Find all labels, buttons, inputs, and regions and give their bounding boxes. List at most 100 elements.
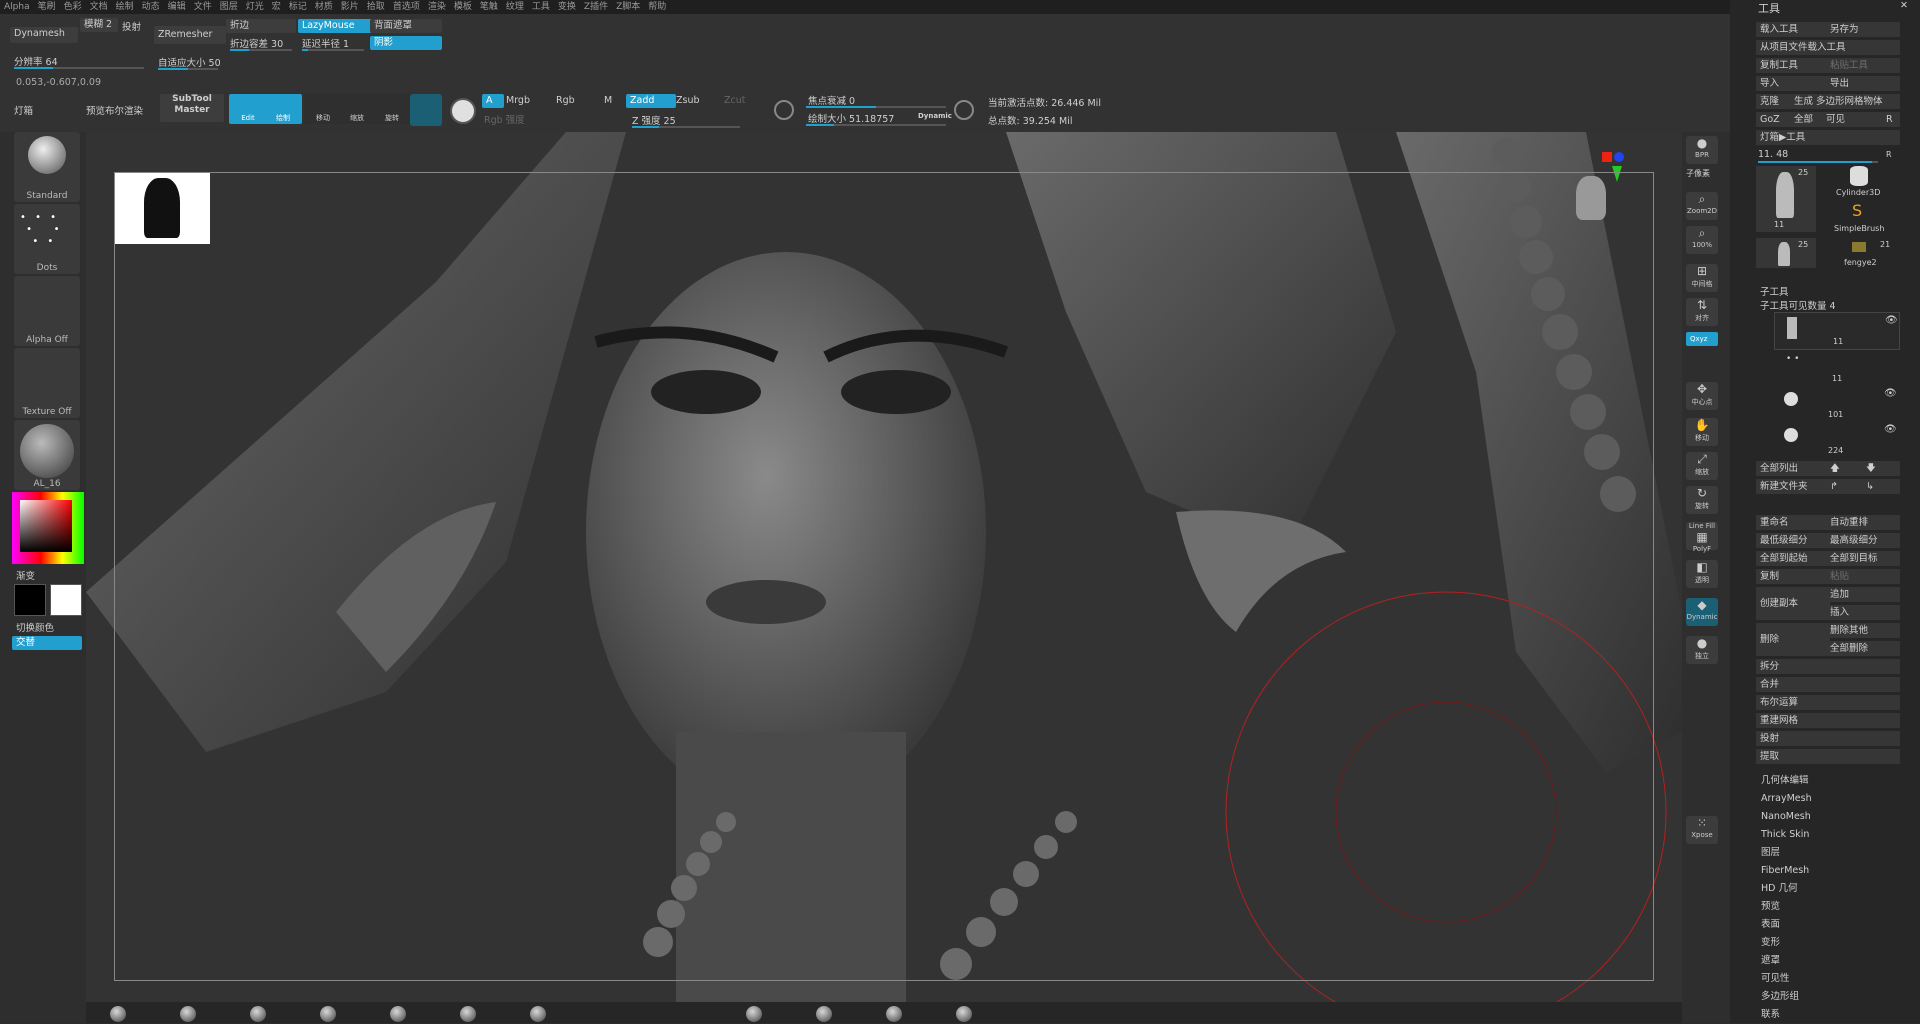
section-preview[interactable]: 预览 bbox=[1761, 898, 1812, 916]
lowest-subdiv-button[interactable]: 最低级细分 bbox=[1756, 533, 1830, 548]
focal-shift-track[interactable] bbox=[806, 106, 946, 108]
brush-ball-icon[interactable] bbox=[180, 1006, 196, 1022]
subtool-row[interactable]: 224 👁 bbox=[1774, 422, 1898, 458]
pivot-button[interactable]: ✥ 中心点 bbox=[1686, 382, 1718, 410]
adaptive-size-slider[interactable]: 自适应大小 50 bbox=[158, 55, 221, 69]
draw-size-slider[interactable]: 绘制大小 51.18757 bbox=[808, 111, 894, 125]
delete-all-button[interactable]: 全部删除 bbox=[1826, 641, 1900, 656]
menu-macro[interactable]: 宏 bbox=[268, 0, 285, 14]
menu-edit[interactable]: 编辑 bbox=[164, 0, 190, 14]
dynamesh-button[interactable]: Dynamesh bbox=[10, 27, 78, 43]
material-tile[interactable]: AL_16 bbox=[14, 420, 80, 490]
color-picker[interactable] bbox=[12, 492, 84, 564]
subtool-row[interactable]: • • 11 bbox=[1774, 350, 1898, 384]
goz-visible-button[interactable]: 可见 bbox=[1822, 112, 1886, 127]
snap-button[interactable]: ⇅ 对齐 bbox=[1686, 298, 1718, 326]
menu-marker[interactable]: 标记 bbox=[285, 0, 311, 14]
brush-ball-icon[interactable] bbox=[816, 1006, 832, 1022]
create-copy-button[interactable]: 创建副本 bbox=[1756, 587, 1830, 620]
texture-tile[interactable]: Texture Off bbox=[14, 348, 80, 418]
material-sphere-icon[interactable] bbox=[410, 94, 442, 126]
edit-mode-button[interactable]: Edit bbox=[229, 94, 267, 124]
floor-grid-button[interactable]: ⊞ 中间格 bbox=[1686, 264, 1718, 292]
lightbox-tools-button[interactable]: 灯箱▶工具 bbox=[1756, 130, 1900, 145]
brush-ball-icon[interactable] bbox=[110, 1006, 126, 1022]
menu-color[interactable]: 色彩 bbox=[60, 0, 86, 14]
menu-file[interactable]: 文件 bbox=[190, 0, 216, 14]
import-button[interactable]: 导入 bbox=[1756, 76, 1830, 91]
zremesher-button[interactable]: ZRemesher bbox=[154, 26, 226, 44]
append-button[interactable]: 追加 bbox=[1826, 587, 1900, 602]
section-nanomesh[interactable]: NanoMesh bbox=[1761, 808, 1812, 826]
paste-button[interactable]: 粘贴 bbox=[1826, 569, 1900, 584]
brush-ball-icon[interactable] bbox=[956, 1006, 972, 1022]
section-hd-geometry[interactable]: HD 几何 bbox=[1761, 880, 1812, 898]
xpose-button[interactable]: ⁙ Xpose bbox=[1686, 816, 1718, 844]
section-geometry[interactable]: 几何体编辑 bbox=[1761, 772, 1812, 790]
goz-r-button[interactable]: R bbox=[1882, 112, 1900, 127]
a-toggle[interactable]: A bbox=[482, 94, 504, 108]
brush-ball-icon[interactable] bbox=[320, 1006, 336, 1022]
brush-tile[interactable]: Standard bbox=[14, 132, 80, 202]
delete-other-button[interactable]: 删除其他 bbox=[1826, 623, 1900, 638]
arrow-down-right-icon[interactable]: ↳ bbox=[1862, 479, 1900, 494]
rotate-view-button[interactable]: ↻ 旋转 bbox=[1686, 486, 1718, 514]
fold-tolerance-slider[interactable]: 折边容差 30 bbox=[230, 36, 283, 50]
alternate-toggle[interactable]: 交替 bbox=[12, 636, 82, 650]
tool-slider-value[interactable]: 11. 48 bbox=[1758, 149, 1788, 160]
eye-icon[interactable]: 👁 bbox=[1885, 315, 1898, 326]
resolution-track[interactable] bbox=[14, 67, 144, 69]
highest-subdiv-button[interactable]: 最高级细分 bbox=[1826, 533, 1900, 548]
adaptive-track[interactable] bbox=[158, 68, 218, 70]
subtool-master-button[interactable]: SubTool Master bbox=[160, 94, 224, 122]
section-contact[interactable]: 联系 bbox=[1761, 1006, 1812, 1024]
fold-button[interactable]: 折边 bbox=[226, 19, 296, 33]
qxyz-toggle[interactable]: Qxyz bbox=[1686, 332, 1718, 346]
mrgb-toggle[interactable]: Mrgb bbox=[506, 95, 530, 106]
zadd-toggle[interactable]: Zadd bbox=[626, 94, 676, 108]
menu-render[interactable]: 渲染 bbox=[424, 0, 450, 14]
delete-button[interactable]: 删除 bbox=[1756, 623, 1830, 656]
all-to-target-button[interactable]: 全部到目标 bbox=[1826, 551, 1900, 566]
brush-ball-icon[interactable] bbox=[746, 1006, 762, 1022]
scale-view-button[interactable]: ⤢ 缩放 bbox=[1686, 452, 1718, 480]
menu-picker[interactable]: 拾取 bbox=[363, 0, 389, 14]
menu-light[interactable]: 灯光 bbox=[242, 0, 268, 14]
subtool-row[interactable]: 11 👁 bbox=[1774, 312, 1900, 350]
project-label[interactable]: 投射 bbox=[122, 19, 141, 33]
move-up-icon[interactable]: 🡅 bbox=[1826, 461, 1864, 476]
lazy-radius-slider[interactable]: 延迟半径 1 bbox=[302, 36, 349, 50]
merge-section[interactable]: 合并 bbox=[1756, 677, 1900, 692]
move-down-icon[interactable]: 🡇 bbox=[1862, 461, 1900, 476]
menu-transform[interactable]: 变换 bbox=[554, 0, 580, 14]
menu-dynamics[interactable]: 动态 bbox=[138, 0, 164, 14]
brush-ball-icon[interactable] bbox=[530, 1006, 546, 1022]
palette-close-icon[interactable]: ✕ bbox=[1900, 0, 1908, 11]
lazy-radius-track[interactable] bbox=[302, 49, 364, 51]
menu-stencil[interactable]: 模板 bbox=[450, 0, 476, 14]
menu-texture[interactable]: 纹理 bbox=[502, 0, 528, 14]
z-intensity-slider[interactable]: Z 强度 25 bbox=[632, 113, 676, 127]
rgb-toggle[interactable]: Rgb bbox=[556, 95, 575, 106]
remesh-section[interactable]: 重建网格 bbox=[1756, 713, 1900, 728]
section-deformation[interactable]: 变形 bbox=[1761, 934, 1812, 952]
scale-mode-button[interactable]: 缩放 bbox=[338, 94, 376, 124]
dynamic-toggle[interactable]: Dynamic bbox=[918, 112, 952, 120]
transparency-button[interactable]: ◧ 透明 bbox=[1686, 560, 1718, 588]
tool-slider-r[interactable]: R bbox=[1886, 150, 1892, 159]
bpr-button[interactable]: ● BPR bbox=[1686, 136, 1718, 164]
extract-section[interactable]: 提取 bbox=[1756, 749, 1900, 764]
menu-tool[interactable]: 工具 bbox=[528, 0, 554, 14]
lightbox-button[interactable]: 灯箱 bbox=[14, 103, 33, 117]
insert-button[interactable]: 插入 bbox=[1826, 605, 1900, 620]
gradient-label[interactable]: 渐变 bbox=[16, 568, 35, 582]
draw-mode-button[interactable]: 绘制 bbox=[264, 94, 302, 124]
eye-icon[interactable]: 👁 bbox=[1884, 424, 1897, 435]
menu-movie[interactable]: 影片 bbox=[337, 0, 363, 14]
actual-size-button[interactable]: ⌕ 100% bbox=[1686, 226, 1718, 254]
list-all-button[interactable]: 全部列出 bbox=[1756, 461, 1830, 476]
all-to-start-button[interactable]: 全部到起始 bbox=[1756, 551, 1830, 566]
resolution-slider[interactable]: 分辨率 64 bbox=[14, 54, 58, 68]
save-as-button[interactable]: 另存为 bbox=[1826, 22, 1900, 37]
copy-button[interactable]: 复制 bbox=[1756, 569, 1830, 584]
